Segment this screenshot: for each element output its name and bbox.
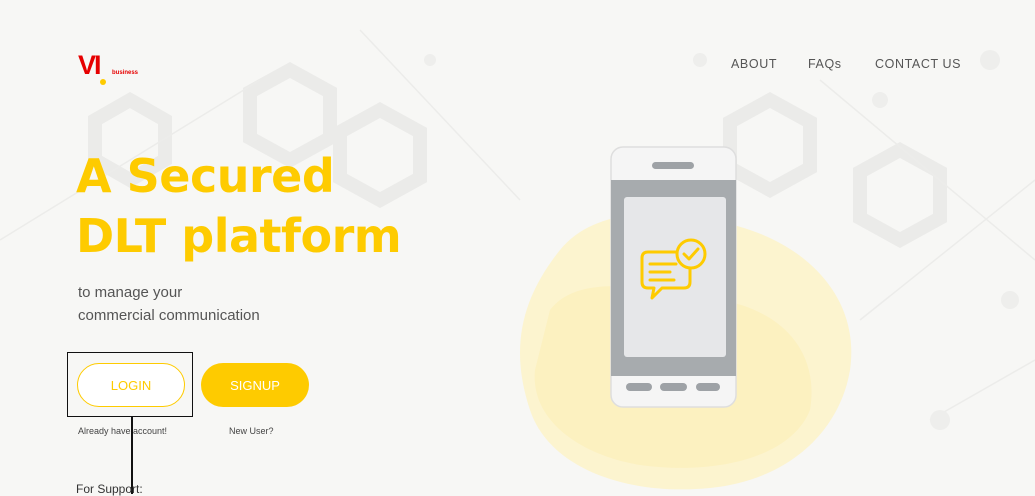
signup-hint: New User?	[229, 426, 274, 436]
hero-title-line-2: DLT platform	[76, 209, 402, 263]
hero-subtitle-line-1: to manage your	[78, 284, 183, 301]
phone-device	[610, 146, 737, 408]
hero-title-line-1: A Secured	[76, 149, 335, 203]
login-button[interactable]: LOGIN	[77, 363, 185, 407]
phone-illustration	[520, 146, 852, 490]
login-hint: Already have account!	[78, 426, 168, 436]
nav-faqs-link[interactable]: FAQs	[808, 57, 842, 71]
nav-contact-us-link[interactable]: CONTACT US	[875, 57, 961, 71]
logo-dot	[100, 79, 106, 85]
vi-business-logo[interactable]: VI business	[78, 52, 158, 86]
nav-about-link[interactable]: ABOUT	[731, 57, 777, 71]
logo-wordmark: business	[112, 70, 139, 76]
hero-subtitle: to manage your commercial communication	[78, 281, 338, 327]
signup-button[interactable]: SIGNUP	[201, 363, 309, 407]
hero-subtitle-line-2: commercial communication	[78, 307, 260, 324]
logo-mark: VI	[78, 50, 101, 80]
hero-title: A Secured DLT platform	[76, 146, 406, 266]
